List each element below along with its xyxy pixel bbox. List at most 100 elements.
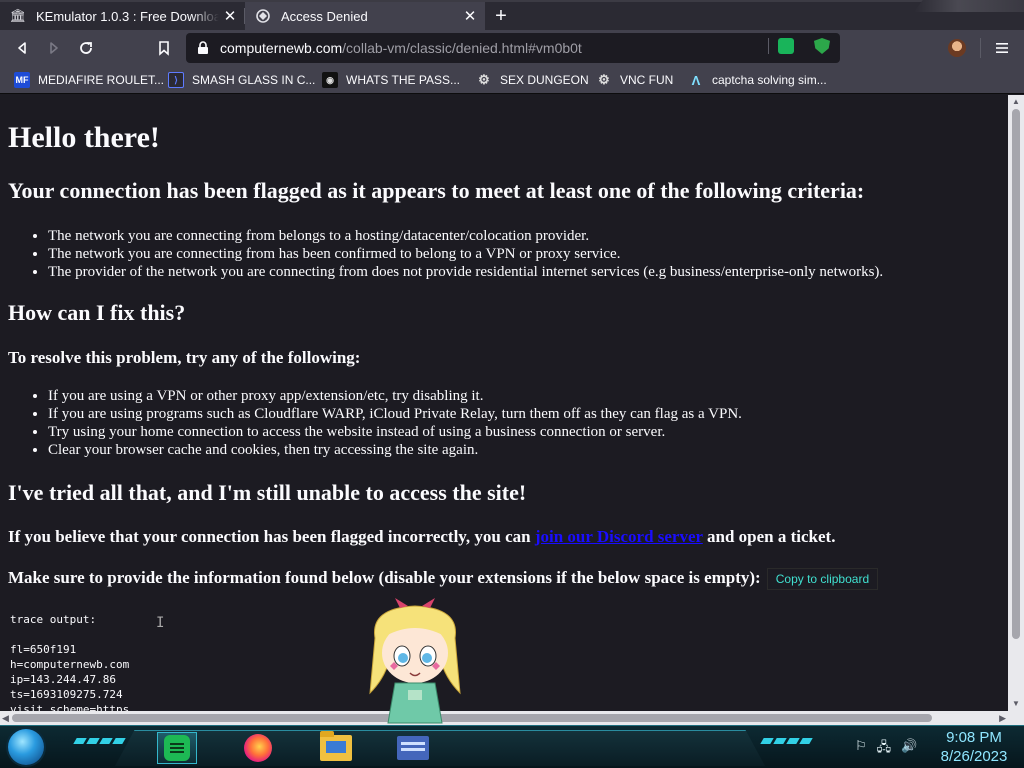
tab-strip: 🏛 KEmulator 1.0.3 : Free Download, B ✕ A… [0, 0, 1024, 30]
file-explorer-icon [320, 731, 352, 761]
scroll-up-icon[interactable]: ▲ [1012, 98, 1020, 106]
flagged-heading: Your connection has been flagged as it a… [8, 178, 865, 203]
flag-icon[interactable]: ⚐ [855, 738, 867, 760]
bookmark-vnc-fun[interactable]: ⚙ VNC FUN [596, 70, 673, 90]
resolve-heading: To resolve this problem, try any of the … [8, 348, 361, 367]
incorrect-flag-text: If you believe that your connection has … [8, 527, 835, 547]
criteria-list: The network you are connecting from belo… [48, 227, 883, 281]
scrollbar-corner [1008, 711, 1024, 725]
taskbar-decoration [760, 738, 813, 746]
bookmark-label: MEDIAFIRE ROULET... [38, 73, 165, 87]
bookmark-label: VNC FUN [620, 73, 674, 87]
taskbar-app-file-explorer[interactable] [316, 731, 356, 764]
lambda-icon: Λ [691, 72, 701, 88]
desktop-mascot[interactable] [360, 598, 470, 728]
reload-button[interactable] [74, 36, 98, 60]
incorrect-prefix: If you believe that your connection has … [8, 527, 535, 546]
forward-arrow-icon [50, 42, 58, 54]
text-cursor-icon: I [156, 615, 165, 631]
tab-access-denied[interactable]: Access Denied ✕ [245, 2, 485, 30]
list-item: The provider of the network you are conn… [48, 263, 883, 281]
bookmark-whats-the-pass[interactable]: ◉ WHATS THE PASS... [322, 70, 460, 90]
gear-icon: ⚙ [478, 72, 490, 87]
lock-icon[interactable] [196, 41, 210, 55]
incorrect-suffix: and open a ticket. [702, 527, 836, 546]
mediafire-icon: MF [14, 72, 30, 88]
back-button[interactable] [10, 36, 34, 60]
tab-title: Access Denied [281, 8, 368, 24]
id-card-app-icon [397, 736, 429, 760]
app-menu-button[interactable] [990, 36, 1014, 60]
bookmark-label: WHATS THE PASS... [346, 73, 461, 87]
start-button[interactable] [8, 729, 44, 765]
url-path: /collab-vm/classic/denied.html#vm0b0t [342, 40, 582, 56]
notes-app-icon [164, 735, 190, 761]
account-avatar[interactable] [948, 39, 966, 57]
provide-info-label: Make sure to provide the information fou… [8, 568, 761, 587]
archive-icon: 🏛 [9, 8, 27, 23]
list-item: Clear your browser cache and cookies, th… [48, 441, 742, 459]
scroll-left-icon[interactable]: ◀ [2, 713, 9, 724]
list-item: The network you are connecting from has … [48, 245, 883, 263]
forward-button[interactable] [42, 36, 66, 60]
taskbar-app-tray [115, 730, 765, 766]
tried-heading: I've tried all that, and I'm still unabl… [8, 480, 527, 505]
tab-kemulator[interactable]: 🏛 KEmulator 1.0.3 : Free Download, B ✕ [0, 2, 245, 30]
close-tab-icon[interactable]: ✕ [219, 5, 241, 27]
toolbar-separator [768, 38, 769, 54]
trace-output[interactable]: trace output: fl=650f191 h=computernewb.… [10, 612, 129, 711]
bookmark-sex-dungeon[interactable]: ⚙ SEX DUNGEON [476, 70, 589, 90]
fixes-list: If you are using a VPN or other proxy ap… [48, 387, 742, 459]
taskbar-app-firefox[interactable] [238, 732, 278, 764]
clock-time: 9:08 PM [946, 729, 1002, 746]
taskbar-app-id-card[interactable] [393, 732, 433, 764]
cloudflare-icon [255, 8, 271, 24]
close-tab-icon[interactable]: ✕ [459, 5, 481, 27]
scroll-right-icon[interactable]: ▶ [999, 713, 1006, 724]
reload-icon [80, 42, 92, 54]
firefox-icon [244, 734, 272, 762]
scroll-down-icon[interactable]: ▼ [1012, 700, 1020, 708]
system-tray: ⚐ 🖧 🔊 [855, 738, 917, 760]
bookmark-mediafire[interactable]: MF MEDIAFIRE ROULET... [14, 70, 164, 90]
copy-to-clipboard-button[interactable]: Copy to clipboard [766, 568, 879, 591]
speaker-icon[interactable]: 🔊 [901, 738, 917, 760]
page-content: Hello there! Your connection has been fl… [0, 95, 1008, 711]
visual-studio-icon: ⟩ [168, 72, 184, 88]
bookmark-icon [159, 41, 169, 56]
page-title: Hello there! [8, 121, 160, 154]
list-item: Try using your home connection to access… [48, 423, 742, 441]
toolbar-separator [980, 38, 981, 58]
taskbar-app-notes[interactable] [157, 732, 197, 764]
tab-title: KEmulator 1.0.3 : Free Download, B [36, 8, 219, 24]
bookmark-label: captcha solving sim... [712, 73, 827, 87]
horizontal-scroll-thumb[interactable] [12, 714, 932, 722]
url-host: computernewb.com [220, 40, 343, 56]
horizontal-scrollbar[interactable]: ◀ ▶ [0, 711, 1008, 725]
incognito-icon: ◉ [322, 72, 338, 88]
network-icon[interactable]: 🖧 [877, 738, 892, 760]
bookmark-captcha-solving[interactable]: Λ captcha solving sim... [688, 70, 827, 90]
notes-extension-icon[interactable] [778, 38, 794, 54]
new-tab-button[interactable]: + [490, 5, 512, 27]
list-item: If you are using programs such as Cloudf… [48, 405, 742, 423]
address-bar[interactable]: computernewb.com/collab-vm/classic/denie… [186, 33, 840, 63]
taskbar: ⚐ 🖧 🔊 9:08 PM 8/26/2023 [0, 725, 1024, 768]
bookmark-smash-glass[interactable]: ⟩ SMASH GLASS IN C... [168, 70, 315, 90]
clock-date: 8/26/2023 [940, 748, 1008, 765]
bookmark-label: SMASH GLASS IN C... [192, 73, 316, 87]
taskbar-clock[interactable]: 9:08 PM 8/26/2023 [932, 728, 1016, 766]
taskbar-decoration [73, 738, 126, 746]
navigation-toolbar: computernewb.com/collab-vm/classic/denie… [0, 30, 1024, 66]
list-item: If you are using a VPN or other proxy ap… [48, 387, 742, 405]
hamburger-menu-icon [996, 43, 1008, 53]
vertical-scroll-thumb[interactable] [1012, 109, 1020, 639]
bookmark-label: SEX DUNGEON [500, 73, 589, 87]
gear-icon: ⚙ [598, 72, 610, 87]
list-item: The network you are connecting from belo… [48, 227, 883, 245]
discord-link[interactable]: join our Discord server [535, 527, 703, 546]
vertical-scrollbar[interactable]: ▲ ▼ [1008, 95, 1024, 711]
back-arrow-icon [18, 42, 26, 54]
bookmark-page-button[interactable] [152, 36, 176, 60]
bookmarks-toolbar: MF MEDIAFIRE ROULET... ⟩ SMASH GLASS IN … [0, 66, 1024, 94]
